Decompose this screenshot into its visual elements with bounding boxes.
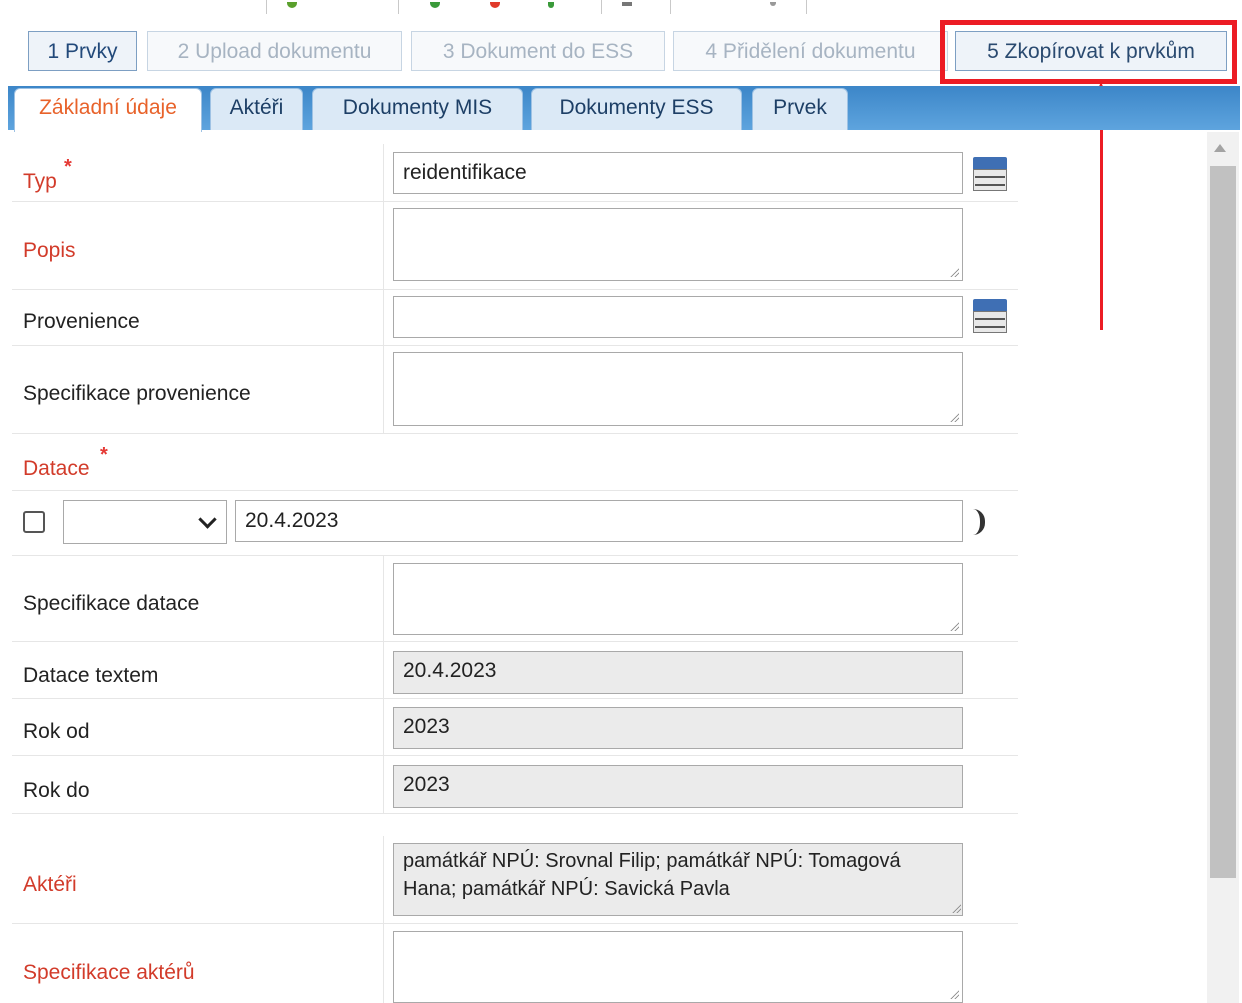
row-provenience: Provenience	[12, 289, 1018, 346]
row-specifikace-provenience: Specifikace provenience	[12, 345, 1018, 434]
akteri-textarea: památkář NPÚ: Srovnal Filip; památkář NP…	[393, 843, 963, 916]
specifikace-akteru-label: Specifikace aktérů	[23, 961, 195, 984]
datace-checkbox[interactable]	[23, 511, 45, 533]
rok-do-label: Rok do	[23, 779, 90, 802]
datace-label: Datace	[23, 457, 90, 480]
provenience-label: Provenience	[23, 310, 140, 333]
tab-dokumenty-mis[interactable]: Dokumenty MIS	[312, 88, 523, 130]
tab-akteri[interactable]: Aktéři	[210, 88, 303, 130]
toolbar-icon[interactable]	[770, 2, 776, 6]
scrollbar-thumb[interactable]	[1210, 166, 1236, 878]
toolbar-separator	[266, 0, 267, 14]
tab-prvek[interactable]: Prvek	[752, 88, 848, 130]
typ-field[interactable]	[393, 152, 963, 194]
step-2-upload-button[interactable]: 2 Upload dokumentu	[147, 31, 402, 71]
row-specifikace-datace: Specifikace datace	[12, 555, 1018, 642]
row-datace-input: 20.4.2023	[12, 490, 1018, 556]
rok-od-field: 2023	[393, 707, 963, 749]
row-typ: Typ *	[12, 144, 1018, 202]
typ-label: Typ	[23, 170, 57, 193]
row-akteri: Aktéři památkář NPÚ: Srovnal Filip; pamá…	[12, 836, 1018, 924]
datace-textem-field: 20.4.2023	[393, 651, 963, 694]
step-4-prideleni-button[interactable]: 4 Přidělení dokumentu	[673, 31, 948, 71]
row-rok-do: Rok do 2023	[12, 755, 1018, 814]
resize-handle-icon[interactable]	[951, 903, 961, 913]
step-1-prvky-button[interactable]: 1 Prvky	[28, 31, 137, 71]
resize-handle-icon[interactable]	[949, 621, 959, 631]
specifikace-akteru-textarea[interactable]	[393, 931, 963, 1003]
popis-label: Popis	[23, 239, 76, 262]
rok-do-field: 2023	[393, 765, 963, 808]
annotation-arrow	[1100, 98, 1103, 330]
provenience-field[interactable]	[393, 296, 963, 338]
date-picker-icon[interactable]	[973, 509, 985, 535]
tab-bar: Základní údaje Aktéři Dokumenty MIS Doku…	[8, 86, 1240, 132]
specifikace-provenience-textarea[interactable]	[393, 352, 963, 426]
step-3-dokument-ess-button[interactable]: 3 Dokument do ESS	[411, 31, 665, 71]
specifikace-provenience-label: Specifikace provenience	[23, 382, 251, 405]
toolbar-icon[interactable]	[430, 2, 440, 8]
row-popis: Popis	[12, 201, 1018, 290]
toolbar-separator	[398, 0, 399, 14]
specifikace-datace-textarea[interactable]	[393, 563, 963, 635]
toolbar-icon[interactable]	[490, 2, 500, 8]
toolbar-icon[interactable]	[548, 2, 554, 8]
row-specifikace-akteru: Specifikace aktérů	[12, 923, 1018, 1003]
datace-textem-label: Datace textem	[23, 664, 159, 687]
resize-handle-icon[interactable]	[949, 412, 959, 422]
row-rok-od: Rok od 2023	[12, 698, 1018, 756]
toolbar	[0, 0, 1242, 18]
toolbar-separator	[601, 0, 602, 14]
rok-od-label: Rok od	[23, 720, 90, 743]
required-asterisk: *	[64, 156, 72, 178]
tab-dokumenty-ess[interactable]: Dokumenty ESS	[531, 88, 742, 130]
row-datace: Datace *	[12, 433, 1018, 491]
list-picker-icon[interactable]	[973, 299, 1007, 333]
scroll-up-arrow-icon[interactable]	[1214, 144, 1226, 152]
resize-handle-icon[interactable]	[949, 267, 959, 277]
tab-zakladni-udaje[interactable]: Základní údaje	[14, 88, 202, 132]
highlight-box	[940, 20, 1237, 84]
toolbar-separator	[670, 0, 671, 14]
row-datace-textem: Datace textem 20.4.2023	[12, 641, 1018, 699]
toolbar-separator	[806, 0, 807, 14]
datace-select[interactable]	[63, 500, 227, 544]
specifikace-datace-label: Specifikace datace	[23, 592, 200, 615]
toolbar-icon[interactable]	[622, 2, 632, 6]
list-picker-icon[interactable]	[973, 157, 1007, 191]
akteri-label: Aktéři	[23, 873, 77, 896]
toolbar-icon[interactable]	[287, 2, 297, 8]
popis-textarea[interactable]	[393, 208, 963, 281]
chevron-down-icon	[198, 510, 217, 529]
required-asterisk: *	[100, 444, 108, 466]
resize-handle-icon[interactable]	[949, 989, 959, 999]
datace-date-field[interactable]: 20.4.2023	[235, 500, 963, 542]
